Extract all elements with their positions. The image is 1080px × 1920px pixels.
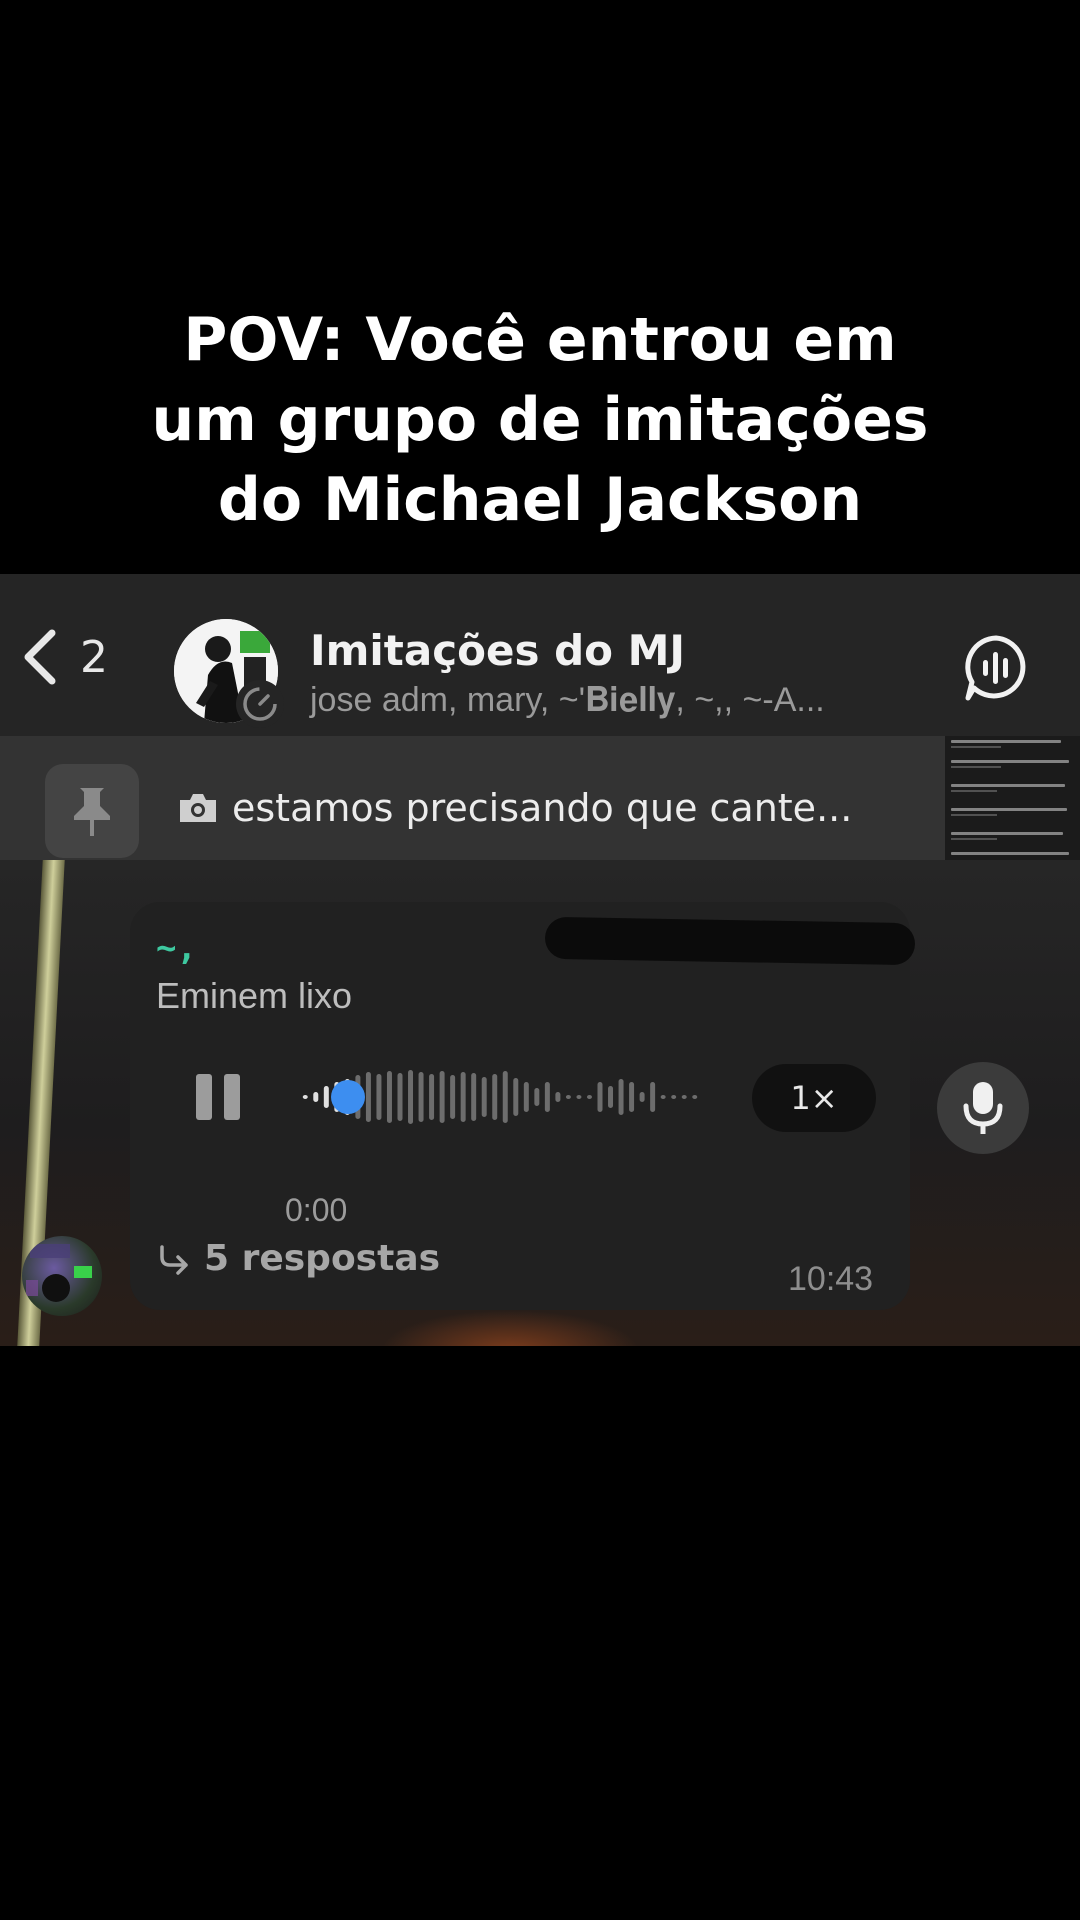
waveform-bar xyxy=(408,1070,414,1124)
group-members: jose adm, mary, ~'𝐁𝐢𝐞𝐥𝐥𝐲, ~,, ~-A... xyxy=(310,681,825,719)
audio-duration: 0:00 xyxy=(285,1192,348,1228)
waveform-bar xyxy=(681,1095,687,1099)
video-caption: POV: Você entrou em um grupo de imitaçõe… xyxy=(0,300,1080,540)
voice-chat-button[interactable] xyxy=(962,634,1030,702)
waveform-bar xyxy=(397,1073,403,1121)
caption-line-2: um grupo de imitações xyxy=(151,385,929,455)
waveform-bar xyxy=(302,1095,308,1099)
waveform-bar xyxy=(471,1073,477,1121)
chevron-left-icon xyxy=(24,629,56,685)
overlay-playlist xyxy=(945,736,1080,860)
waveform-bar xyxy=(460,1072,466,1122)
unread-count: 2 xyxy=(80,631,108,683)
waveform-bar xyxy=(386,1071,392,1123)
waveform-bar xyxy=(418,1072,424,1122)
waveform-bar xyxy=(618,1079,624,1115)
caption-line-1: POV: Você entrou em xyxy=(183,305,897,375)
waveform-bar xyxy=(650,1082,656,1112)
waveform-bar xyxy=(555,1092,561,1102)
message-time: 10:43 xyxy=(788,1260,874,1298)
microphone-icon xyxy=(963,1082,1003,1134)
pinned-preview: estamos precisando que cante... xyxy=(176,786,852,830)
back-button[interactable]: 2 xyxy=(20,622,108,692)
waveform-bar xyxy=(313,1092,319,1102)
chat-header: 2 Imitações do MJ jose adm, mary, ~'𝐁𝐢𝐞𝐥… xyxy=(0,574,1080,736)
pinned-text: estamos precisando que cante... xyxy=(232,786,853,830)
redaction-mark xyxy=(544,916,916,966)
audio-waveform[interactable] xyxy=(300,1068,700,1126)
waveform-bar xyxy=(523,1082,529,1112)
waveform-bar xyxy=(692,1095,698,1099)
reply-arrow-icon xyxy=(160,1244,188,1275)
waveform-bar xyxy=(565,1095,571,1099)
waveform-bar xyxy=(323,1086,329,1108)
waveform-bar xyxy=(502,1071,508,1123)
waveform-bar xyxy=(492,1074,498,1120)
voice-chat-icon xyxy=(965,635,1026,701)
waveform-bar xyxy=(534,1088,540,1106)
sender-name[interactable]: ~, xyxy=(156,928,197,968)
waveform-bar xyxy=(450,1075,456,1119)
message-text: Eminem lixo xyxy=(156,975,353,1016)
waveform-bar xyxy=(544,1082,550,1112)
replies-count: 5 respostas xyxy=(204,1238,441,1279)
replies-link[interactable]: 5 respostas xyxy=(156,1238,440,1279)
waveform-bar xyxy=(639,1092,645,1102)
camera-icon xyxy=(180,794,216,822)
waveform-bar xyxy=(376,1074,382,1120)
playback-speed-button[interactable]: 1× xyxy=(752,1064,876,1132)
waveform-bar xyxy=(660,1095,666,1099)
record-button[interactable] xyxy=(937,1062,1029,1154)
waveform-bar xyxy=(365,1072,371,1122)
waveform-bar xyxy=(629,1082,635,1112)
waveform-bar xyxy=(608,1086,614,1108)
waveform-bar xyxy=(597,1082,603,1112)
pin-icon xyxy=(74,788,110,836)
waveform-bar xyxy=(671,1095,677,1099)
waveform-bar xyxy=(513,1078,519,1116)
pause-button[interactable] xyxy=(194,1074,242,1120)
group-title[interactable]: Imitações do MJ xyxy=(310,626,685,675)
avatar-photo xyxy=(26,1244,92,1302)
pin-button[interactable] xyxy=(45,764,139,858)
sender-avatar[interactable] xyxy=(22,1236,102,1316)
waveform-bar xyxy=(429,1074,435,1120)
pinned-message-bar[interactable]: estamos precisando que cante... xyxy=(0,736,945,860)
timer-icon xyxy=(236,680,284,728)
waveform-bar xyxy=(439,1071,445,1123)
pause-icon xyxy=(196,1074,212,1120)
waveform-bar xyxy=(576,1095,582,1099)
caption-line-3: do Michael Jackson xyxy=(217,465,863,535)
waveform-bar xyxy=(481,1077,487,1117)
playback-scrubber[interactable] xyxy=(331,1080,365,1114)
waveform-bar xyxy=(586,1095,592,1099)
